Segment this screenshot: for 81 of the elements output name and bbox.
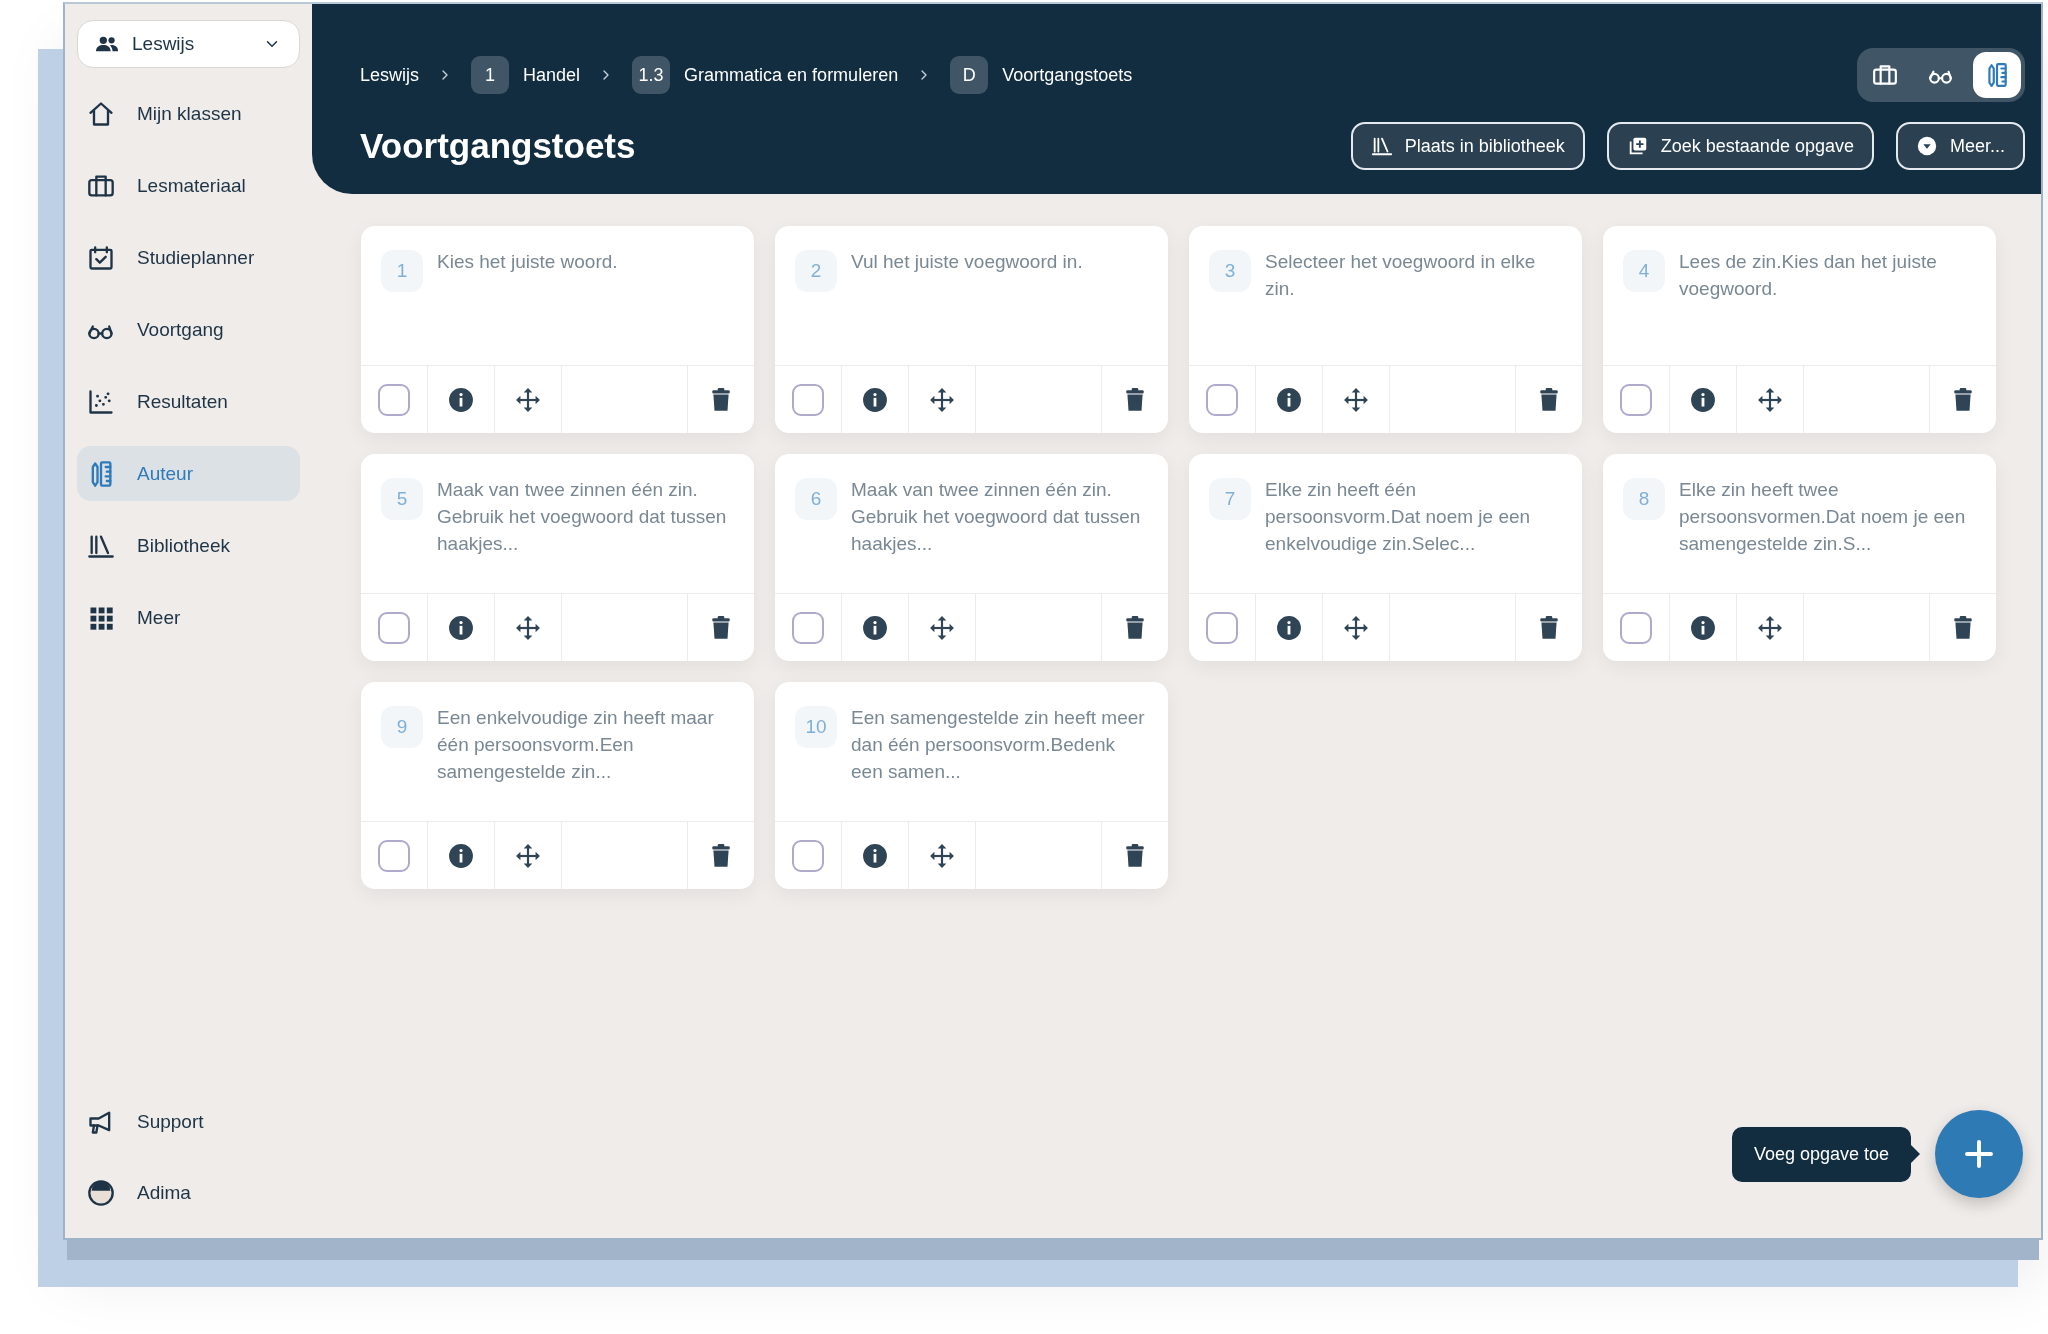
move-icon[interactable] [515,842,541,869]
nav-item[interactable]: Lesmateriaal [77,158,300,213]
move-icon[interactable] [929,614,955,641]
info-icon[interactable] [1276,614,1302,641]
question-text[interactable]: Lees de zin.Kies dan het juiste voegwoord. [1679,248,1976,302]
checkbox[interactable] [1206,611,1238,644]
question-text[interactable]: Elke zin heeft één persoonsvorm.Dat noem je een enkelvoudige zin.Selec... [1265,476,1562,557]
nav-item[interactable]: Resultaten [77,374,300,429]
header-button[interactable]: Zoek bestaande opgave [1606,122,1874,170]
move-icon[interactable] [929,386,955,413]
breadcrumb-badge: 1.3 [632,56,671,94]
question-number: 4 [1623,250,1665,292]
info-icon[interactable] [448,386,474,413]
question-number: 5 [381,478,423,520]
info-icon[interactable] [862,386,888,413]
breadcrumb-link[interactable]: 1 Handel [471,56,581,94]
checkbox[interactable] [378,383,410,416]
move-icon[interactable] [929,842,955,869]
scatter-chart-icon [87,387,115,416]
nav-item[interactable]: Bibliotheek [77,518,300,573]
move-icon[interactable] [1343,386,1369,413]
page-title: Voortgangstoets [360,126,636,166]
breadcrumb-badge: D [950,56,989,94]
question-text[interactable]: Een samengestelde zin heeft meer dan één persoonsvorm.Bedenk een samen... [851,704,1148,785]
nav-item[interactable]: Mijn klassen [77,86,300,141]
header-button[interactable]: Meer... [1895,122,2025,170]
info-icon[interactable] [862,614,888,641]
question-text[interactable]: Selecteer het voegwoord in elke zin. [1265,248,1562,302]
question-text[interactable]: Maak van twee zinnen één zin. Gebruik het voegwoord dat tussen haakjes... [851,476,1148,557]
info-icon[interactable] [448,614,474,641]
question-number: 3 [1209,250,1251,292]
checkbox[interactable] [378,611,410,644]
checkbox[interactable] [1206,383,1238,416]
move-icon[interactable] [1757,386,1783,413]
question-number: 8 [1623,478,1665,520]
breadcrumb-link[interactable]: D Voortgangstoets [950,56,1133,94]
bookshelf-icon [1370,135,1393,157]
info-icon[interactable] [1690,614,1716,641]
add-button[interactable] [1935,1110,2023,1198]
nav-item[interactable]: Voortgang [77,302,300,357]
checkbox[interactable] [792,383,824,416]
breadcrumb-link[interactable]: Leswijs [360,64,420,86]
nav-item[interactable]: Studieplanner [77,230,300,285]
briefcase-icon [1871,62,1899,88]
breadcrumb-badge: 1 [471,56,510,94]
question-text[interactable]: Kies het juiste woord. [437,248,618,275]
move-icon[interactable] [1343,614,1369,641]
info-icon[interactable] [448,842,474,869]
info-icon[interactable] [1690,386,1716,413]
caret-down-icon [1915,135,1938,157]
checkbox[interactable] [378,839,410,872]
question-text[interactable]: Vul het juiste voegwoord in. [851,248,1083,275]
nav-item[interactable]: Meer [77,590,300,645]
profile-link[interactable]: Adima [77,1165,300,1220]
question-number: 2 [795,250,837,292]
checkbox[interactable] [792,839,824,872]
question-text[interactable]: Een enkelvoudige zin heeft maar één persoonsvorm.Een samengestelde zin... [437,704,734,785]
info-icon[interactable] [1276,386,1302,413]
question-number: 7 [1209,478,1251,520]
question-text[interactable]: Elke zin heeft twee persoonsvormen.Dat noem je een samengestelde zin.S... [1679,476,1976,557]
info-icon[interactable] [862,842,888,869]
checkbox[interactable] [1620,611,1652,644]
question-text[interactable]: Maak van twee zinnen één zin. Gebruik het voegwoord dat tussen haakjes... [437,476,734,557]
avatar-icon [87,1178,115,1207]
move-icon[interactable] [515,386,541,413]
question-number: 9 [381,706,423,748]
question-number: 10 [795,706,837,748]
nav-item[interactable]: Support [77,1094,300,1149]
checkbox[interactable] [792,611,824,644]
tooltip: Voeg opgave toe [1731,1126,1920,1182]
question-number: 1 [381,250,423,292]
breadcrumb-link[interactable]: 1.3 Grammatica en formuleren [632,56,899,94]
header-button[interactable]: Plaats in bibliotheek [1350,122,1585,170]
view-toggle[interactable] [1973,52,2021,98]
question-number: 6 [795,478,837,520]
organization-dropdown[interactable]: Leswijs [77,20,300,68]
calendar-check-icon [87,243,115,272]
move-icon[interactable] [1757,614,1783,641]
home-icon [87,99,115,128]
checkbox[interactable] [1620,383,1652,416]
move-icon[interactable] [515,614,541,641]
